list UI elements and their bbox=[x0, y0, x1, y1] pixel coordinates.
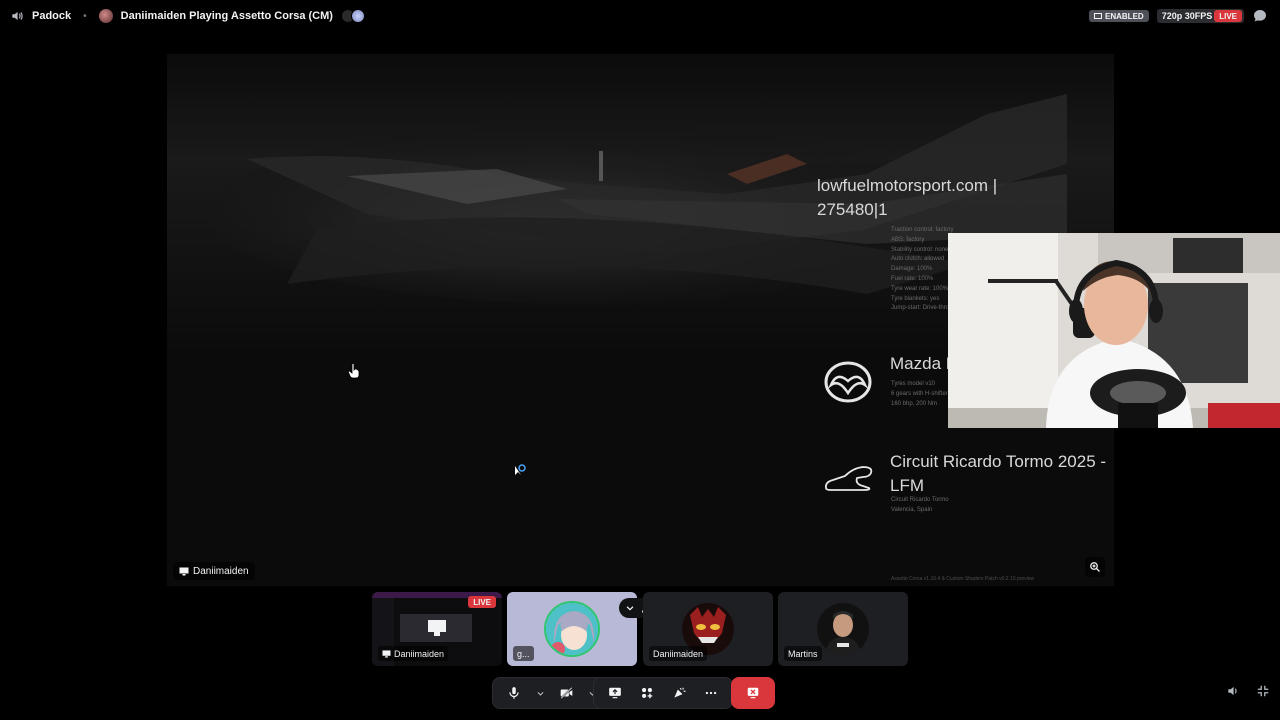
participant-tile[interactable]: Daniimaiden bbox=[643, 592, 773, 666]
mic-camera-group bbox=[492, 677, 608, 709]
leave-controls bbox=[731, 677, 775, 709]
webcam-image bbox=[948, 233, 1280, 428]
channel-name[interactable]: Padock bbox=[32, 10, 71, 22]
bottom-right-controls bbox=[1226, 684, 1270, 698]
viewer-avatars[interactable] bbox=[340, 9, 365, 23]
mazda-logo-icon bbox=[824, 361, 872, 403]
media-controls bbox=[492, 677, 608, 709]
participant-tile[interactable]: Martins bbox=[778, 592, 908, 666]
viewer-avatar bbox=[350, 9, 365, 23]
topbar-right: ENABLED 720p 30FPS LIVE bbox=[1089, 8, 1268, 24]
server-title: lowfuelmotorsport.com | 275480|1 bbox=[817, 176, 998, 219]
stream-title: Daniimaiden Playing Assetto Corsa (CM) bbox=[120, 10, 333, 22]
chevron-down-icon bbox=[626, 606, 634, 611]
participant-name: Daniimaiden bbox=[378, 646, 449, 661]
screen-share-icon bbox=[179, 567, 189, 575]
top-bar: Padock • Daniimaiden Playing Assetto Cor… bbox=[0, 0, 1280, 32]
streamer-label: Daniimaiden bbox=[173, 562, 255, 580]
microphone-icon[interactable] bbox=[501, 680, 527, 706]
camera-off-icon[interactable] bbox=[553, 680, 579, 706]
screen-icon bbox=[1094, 12, 1103, 19]
voice-channel-icon bbox=[10, 9, 24, 23]
chevron-down-icon[interactable] bbox=[533, 680, 547, 706]
loading-cursor-icon bbox=[514, 464, 526, 476]
participant-name: g... bbox=[513, 646, 534, 661]
separator: • bbox=[83, 10, 87, 22]
hand-cursor-icon bbox=[348, 363, 360, 379]
zoom-button[interactable] bbox=[1085, 557, 1105, 577]
webcam-overlay bbox=[948, 233, 1280, 428]
track-location: Circuit Ricardo Tormo Valencia, Spain bbox=[891, 497, 949, 513]
exit-fullscreen-icon[interactable] bbox=[1256, 684, 1270, 698]
car-specs: Tyres model v10 6 gears with H-shifter 1… bbox=[891, 381, 948, 407]
soundboard-icon[interactable] bbox=[666, 680, 692, 706]
streamer-avatar bbox=[98, 9, 113, 23]
speaker-icon[interactable] bbox=[1226, 684, 1240, 698]
participant-name: Daniimaiden bbox=[649, 646, 708, 661]
channel-header: Padock • Daniimaiden Playing Assetto Cor… bbox=[0, 9, 365, 23]
activities-icon[interactable] bbox=[634, 680, 660, 706]
stream-quality: 720p 30FPS LIVE bbox=[1156, 9, 1244, 23]
screen-share-icon[interactable] bbox=[602, 680, 628, 706]
avatar bbox=[544, 601, 600, 657]
leave-call-button[interactable] bbox=[731, 677, 775, 709]
participant-name: Martins bbox=[784, 646, 822, 661]
leave-call-icon bbox=[747, 687, 759, 699]
enabled-badge[interactable]: ENABLED bbox=[1089, 10, 1149, 22]
avatar bbox=[817, 603, 869, 655]
participant-tile-stream[interactable]: LIVE Daniimaiden bbox=[372, 592, 502, 666]
track-name: Circuit Ricardo Tormo 2025 - LFM bbox=[890, 452, 1107, 495]
screen-share-icon bbox=[382, 649, 391, 658]
chat-icon[interactable] bbox=[1252, 8, 1268, 24]
track-layout-icon bbox=[824, 466, 873, 491]
live-badge: LIVE bbox=[1214, 10, 1242, 22]
game-version: Assetto Corsa v1.16.4 & Custom Shaders P… bbox=[891, 576, 1035, 582]
share-activity-group bbox=[593, 677, 733, 709]
more-icon[interactable] bbox=[698, 680, 724, 706]
participant-tile[interactable]: g... bbox=[507, 592, 637, 666]
zoom-in-icon bbox=[1090, 562, 1100, 572]
live-badge: LIVE bbox=[468, 596, 496, 608]
activity-controls bbox=[593, 677, 733, 709]
